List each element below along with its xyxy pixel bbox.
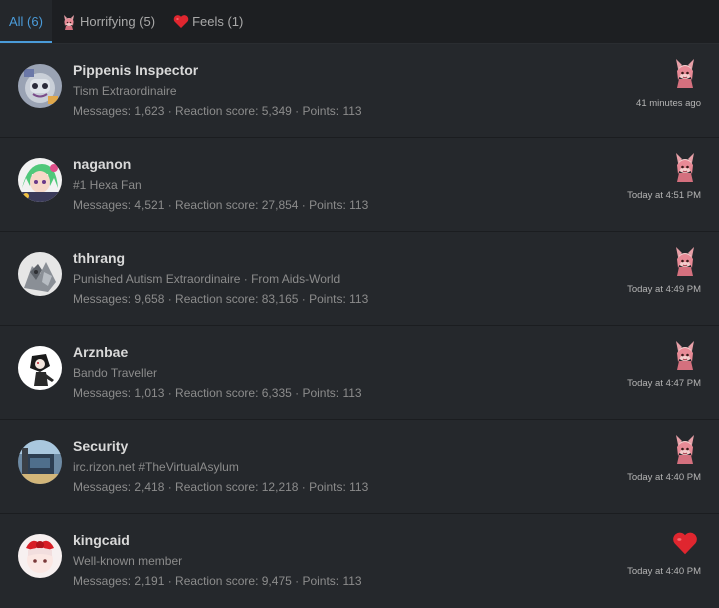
list-item: naganon #1 Hexa Fan Messages: 4,521 · Re… [0,138,719,232]
avatar[interactable] [18,252,62,296]
reaction-filter-tabs: All (6) Horrifying (5) Feels (1) [0,0,719,44]
horrifying-reaction-icon [672,246,698,276]
member-title: #1 Hexa Fan [73,178,142,192]
list-item: kingcaid Well-known member Messages: 2,1… [0,514,719,608]
tab-feels-label: Feels (1) [192,14,244,29]
tab-all[interactable]: All (6) [0,0,52,43]
member-stats: Messages: 4,521 · Reaction score: 27,854… [73,198,369,212]
member-title: irc.rizon.net #TheVirtualAsylum [73,460,239,474]
tab-all-label: All (6) [9,14,43,29]
member-stats: Messages: 1,013 · Reaction score: 6,335 … [73,386,362,400]
member-stats: Messages: 2,418 · Reaction score: 12,218… [73,480,369,494]
heart-icon [672,528,698,558]
avatar[interactable] [18,158,62,202]
member-name[interactable]: naganon [73,156,131,172]
horrifying-reaction-icon [672,340,698,370]
avatar[interactable] [18,440,62,484]
member-name[interactable]: kingcaid [73,532,130,548]
heart-icon [173,14,189,30]
reaction-time: 41 minutes ago [636,98,701,109]
avatar[interactable] [18,346,62,390]
member-title: Punished Autism Extraordinaire · From Ai… [73,272,341,286]
tab-horrifying-label: Horrifying (5) [79,14,156,29]
list-item: Pippenis Inspector Tism Extraordinaire M… [0,44,719,138]
reaction-time: Today at 4:47 PM [627,378,701,389]
horrifying-reaction-icon [61,14,77,30]
member-name[interactable]: Pippenis Inspector [73,62,198,78]
tab-feels[interactable]: Feels (1) [164,0,252,43]
horrifying-reaction-icon [672,58,698,88]
horrifying-reaction-icon [672,434,698,464]
member-stats: Messages: 2,191 · Reaction score: 9,475 … [73,574,362,588]
member-title: Bando Traveller [73,366,158,380]
reaction-time: Today at 4:40 PM [627,472,701,483]
member-title: Tism Extraordinaire [73,84,177,98]
reaction-time: Today at 4:49 PM [627,284,701,295]
avatar[interactable] [18,64,62,108]
reaction-time: Today at 4:40 PM [627,566,701,577]
reaction-member-list: Pippenis Inspector Tism Extraordinaire M… [0,44,719,608]
member-title: Well-known member [73,554,183,568]
member-name[interactable]: thhrang [73,250,125,266]
member-name[interactable]: Security [73,438,128,454]
horrifying-reaction-icon [672,152,698,182]
member-stats: Messages: 9,658 · Reaction score: 83,165… [73,292,369,306]
reaction-time: Today at 4:51 PM [627,190,701,201]
list-item: Arznbae Bando Traveller Messages: 1,013 … [0,326,719,420]
member-stats: Messages: 1,623 · Reaction score: 5,349 … [73,104,362,118]
avatar[interactable] [18,534,62,578]
list-item: Security irc.rizon.net #TheVirtualAsylum… [0,420,719,514]
list-item: thhrang Punished Autism Extraordinaire ·… [0,232,719,326]
tab-horrifying[interactable]: Horrifying (5) [52,0,164,43]
member-name[interactable]: Arznbae [73,344,128,360]
